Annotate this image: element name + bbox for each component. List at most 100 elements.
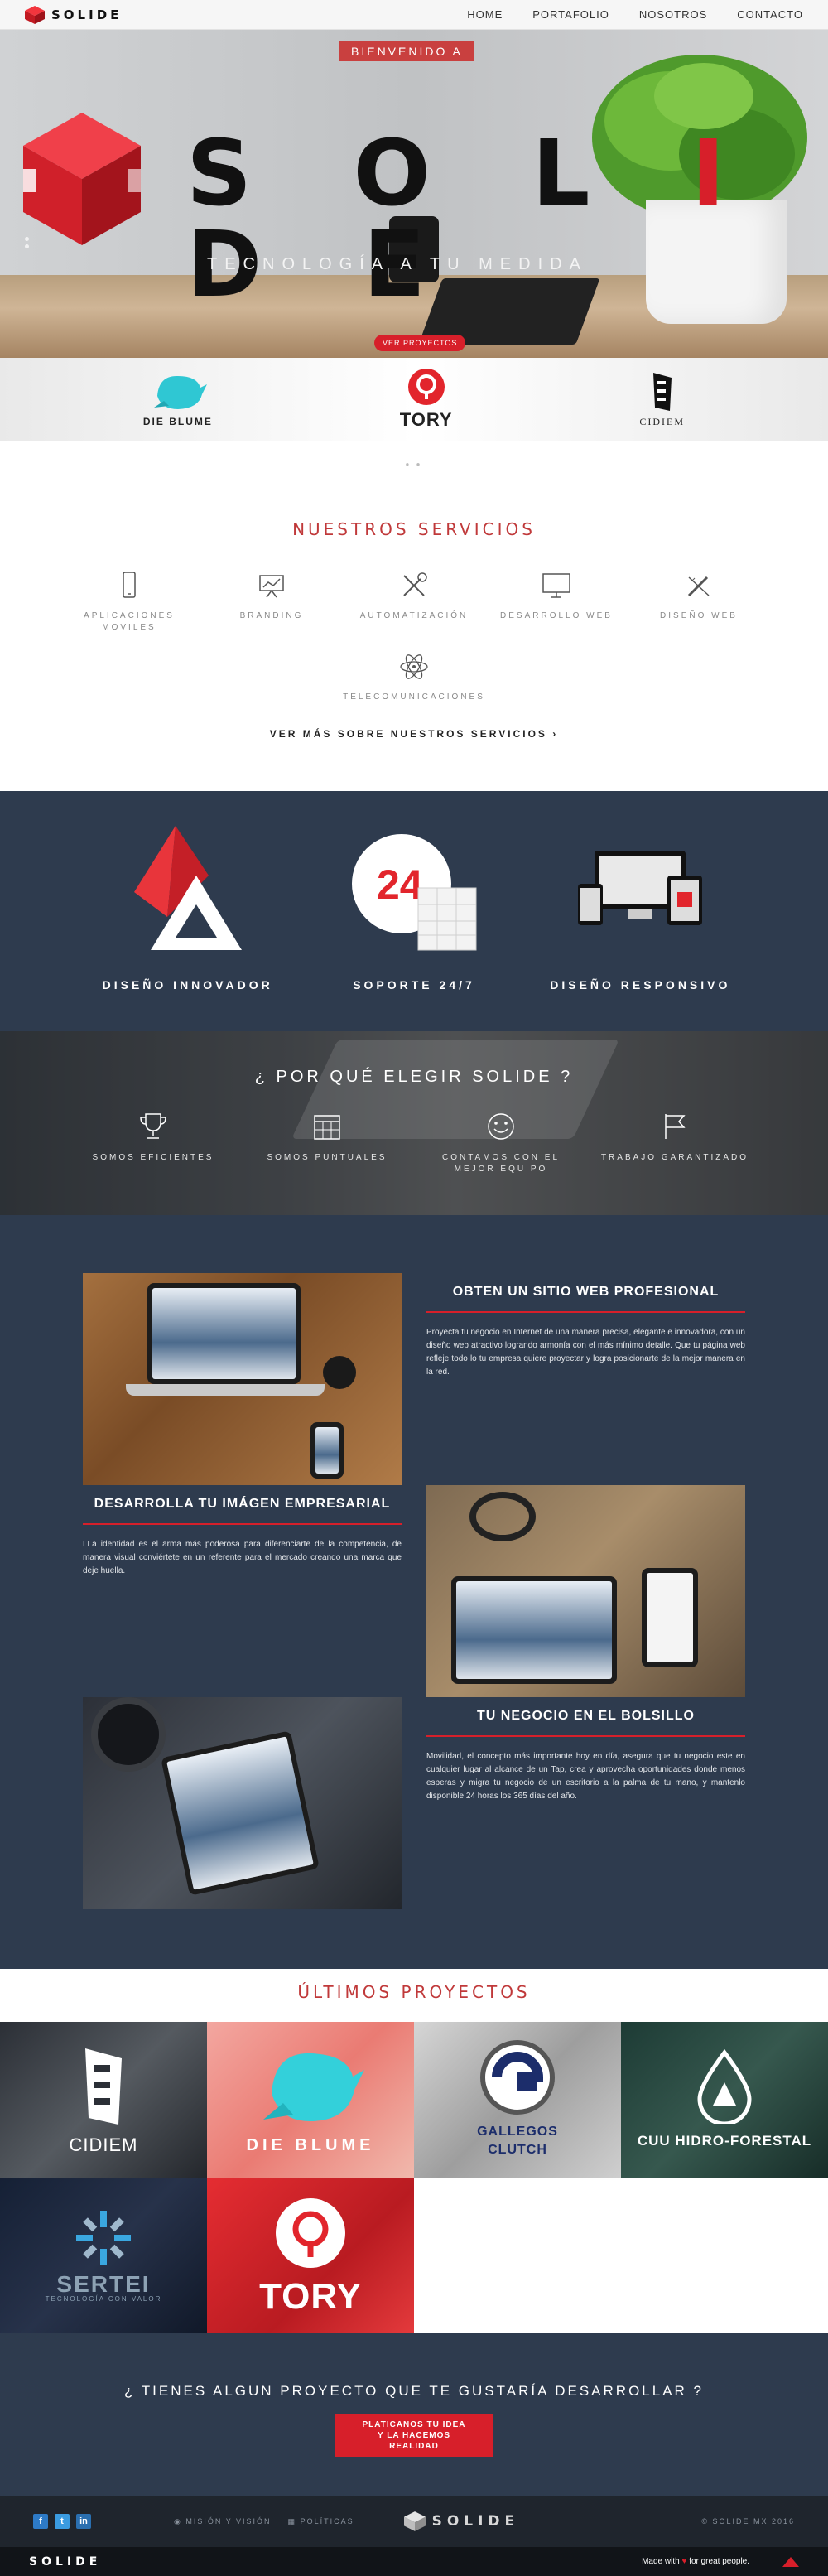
client-name: DIE BLUME xyxy=(142,416,213,427)
hero-welcome-badge: BIENVENIDO A xyxy=(339,41,474,61)
cube-logo-icon xyxy=(25,5,45,24)
benefit-body: LLa identidad es el arma más poderosa pa… xyxy=(83,1540,402,1575)
feature-item: DISEÑO RESPONSIVO xyxy=(532,826,748,991)
nav-nosotros[interactable]: NOSOTROS xyxy=(639,8,707,21)
brand-logo[interactable]: SOLIDE xyxy=(25,5,122,24)
project-cuu-hidroforestal[interactable]: CUU HIDRO-FORESTAL xyxy=(621,2022,828,2178)
main-menu: HOME PORTAFOLIO NOSOTROS CONTACTO xyxy=(467,8,803,21)
footer-link-label: MISIÓN Y VISIÓN xyxy=(185,2516,272,2525)
why-section: ¿ POR QUÉ ELEGIR SOLIDE ? SOMOS EFICIENT… xyxy=(0,1031,828,1215)
nav-contacto[interactable]: CONTACTO xyxy=(737,8,803,21)
project-empty-cell xyxy=(621,2178,828,2333)
projects-grid: CIDIEM DIE BLUME GALLEGOS CLUTCH CUU HID… xyxy=(0,2022,828,2333)
devices-icon xyxy=(578,851,703,925)
nav-home[interactable]: HOME xyxy=(467,8,503,21)
hero-cube-logo-icon xyxy=(23,113,141,245)
project-tory[interactable]: TORY xyxy=(207,2178,414,2333)
back-to-top-icon[interactable] xyxy=(782,2556,799,2567)
phone-device xyxy=(310,1422,344,1479)
project-name: SERTEI xyxy=(56,2270,151,2297)
tablet-photo xyxy=(426,1485,745,1697)
benefit-row: DESARROLLA TU IMÁGEN EMPRESARIAL LLa ide… xyxy=(83,1485,745,1697)
cta-button[interactable]: PLATICANOS TU IDEA Y LA HACEMOS REALIDAD xyxy=(335,2414,493,2457)
feature-label: DISEÑO RESPONSIVO xyxy=(550,978,731,991)
why-label: SOMOS EFICIENTES xyxy=(92,1153,214,1162)
sertei-logo-icon xyxy=(76,2210,131,2265)
project-gallegos-clutch[interactable]: GALLEGOS CLUTCH xyxy=(414,2022,621,2178)
services-grid: APLICACIONES MOVILES BRANDING AUTOMATIZA… xyxy=(58,569,770,703)
service-item[interactable]: TELECOMUNICACIONES xyxy=(343,650,485,703)
bottom-bar: SOLIDE Made with ♥ for great people. xyxy=(0,2547,828,2576)
nav-portafolio[interactable]: PORTAFOLIO xyxy=(532,8,609,21)
client-tory[interactable]: TORY xyxy=(400,368,453,431)
features-section: DISEÑO INNOVADOR 24 SOPORTE 24/7 DISEÑO … xyxy=(0,791,828,1031)
footer-brand[interactable]: SOLIDE xyxy=(403,2511,520,2531)
benefit-row: OBTEN UN SITIO WEB PROFESIONAL Proyecta … xyxy=(83,1273,745,1485)
benefit-body: Proyecta tu negocio en Internet de una m… xyxy=(426,1328,745,1377)
service-item[interactable]: AUTOMATIZACIÓN xyxy=(343,569,485,634)
benefit-title: TU NEGOCIO EN EL BOLSILLO xyxy=(426,1709,745,1737)
why-item: TRABAJO GARANTIZADO xyxy=(596,1111,753,1175)
project-cidiem[interactable]: CIDIEM xyxy=(0,2022,207,2178)
client-name: TORY xyxy=(399,409,453,430)
pencil-ruler-icon xyxy=(687,576,710,597)
footer-link-politicas[interactable]: ▦ POLÍTICAS xyxy=(288,2517,354,2526)
building-icon: ▦ xyxy=(287,2516,301,2525)
hero-tagline: TECNOLOGÍA A TU MEDIDA xyxy=(207,255,588,273)
calendar-icon xyxy=(314,1115,340,1140)
client-cidiem[interactable]: CIDIEM xyxy=(639,371,685,428)
benefit-title: OBTEN UN SITIO WEB PROFESIONAL xyxy=(426,1285,745,1313)
footer-link-mision[interactable]: ◉ MISIÓN Y VISIÓN xyxy=(174,2517,272,2526)
why-items: SOMOS EFICIENTES SOMOS PUNTUALES CONTAMO… xyxy=(75,1111,753,1175)
smiley-icon xyxy=(488,1113,514,1140)
project-dieblume[interactable]: DIE BLUME xyxy=(207,2022,414,2178)
coffee-cup xyxy=(323,1356,356,1389)
hero-logo-part-2: I xyxy=(691,120,760,226)
footer-links: ◉ MISIÓN Y VISIÓN ▦ POLÍTICAS xyxy=(174,2517,354,2526)
facebook-icon[interactable]: f xyxy=(33,2514,48,2529)
projects-title: ÚLTIMOS PROYECTOS xyxy=(297,1982,531,2002)
heart-icon: ♥ xyxy=(681,2557,687,2566)
svg-text:24: 24 xyxy=(377,861,423,908)
service-label: AUTOMATIZACIÓN xyxy=(359,611,469,620)
water-drop-icon xyxy=(697,2049,752,2124)
linkedin-icon[interactable]: in xyxy=(76,2514,91,2529)
slider-dot[interactable] xyxy=(25,237,29,241)
social-links: f t in xyxy=(33,2514,91,2529)
service-item[interactable]: APLICACIONES MOVILES xyxy=(58,569,200,634)
why-label: CONTAMOS CON EL MEJOR EQUIPO xyxy=(441,1153,561,1174)
contact-cta-section: ¿ TIENES ALGUN PROYECTO QUE TE GUSTARÍA … xyxy=(0,2333,828,2496)
presentation-icon xyxy=(259,575,284,598)
client-dieblume[interactable]: DIE BLUME xyxy=(143,371,213,427)
feature-item: 24 SOPORTE 24/7 xyxy=(306,826,522,991)
benefit-text: DESARROLLA TU IMÁGEN EMPRESARIAL LLa ide… xyxy=(83,1485,402,1697)
phone-device xyxy=(161,1730,320,1896)
location-pin-icon xyxy=(276,2198,345,2268)
service-label: BRANDING xyxy=(239,611,304,620)
hero-slider-dots xyxy=(25,237,29,248)
project-name: GALLEGOS CLUTCH xyxy=(477,2125,558,2157)
twitter-icon[interactable]: t xyxy=(55,2514,70,2529)
ver-proyectos-button[interactable]: VER PROYECTOS xyxy=(374,335,466,351)
footer-copyright: © SOLIDE MX 2016 xyxy=(701,2517,795,2525)
bottom-brand: SOLIDE xyxy=(29,2554,102,2569)
service-label: APLICACIONES MOVILES xyxy=(84,611,175,632)
service-item[interactable]: BRANDING xyxy=(200,569,343,634)
clients-slider-dots[interactable]: ● ● xyxy=(0,441,828,468)
project-sertei[interactable]: SERTEI TECNOLOGÍA CON VALOR xyxy=(0,2178,207,2333)
trophy-icon xyxy=(140,1113,166,1139)
slider-dot[interactable] xyxy=(25,244,29,248)
hero-logo-part-1: S O L xyxy=(186,120,691,226)
service-item[interactable]: DESARROLLO WEB xyxy=(485,569,628,634)
project-name: CUU HIDRO-FORESTAL xyxy=(637,2133,812,2149)
clutch-logo-icon xyxy=(480,2040,555,2115)
benefit-text: TU NEGOCIO EN EL BOLSILLO Movilidad, el … xyxy=(426,1697,745,1909)
smartphone-icon xyxy=(123,572,136,598)
more-services-link[interactable]: VER MÁS SOBRE NUESTROS SERVICIOS › xyxy=(270,728,559,740)
phone-device xyxy=(642,1568,698,1667)
feature-label: SOPORTE 24/7 xyxy=(353,978,475,991)
service-item[interactable]: DISEÑO WEB xyxy=(628,569,770,634)
location-pin-icon xyxy=(407,369,445,405)
footer-brand-name: SOLIDE xyxy=(431,2513,520,2530)
flag-icon xyxy=(665,1114,686,1139)
